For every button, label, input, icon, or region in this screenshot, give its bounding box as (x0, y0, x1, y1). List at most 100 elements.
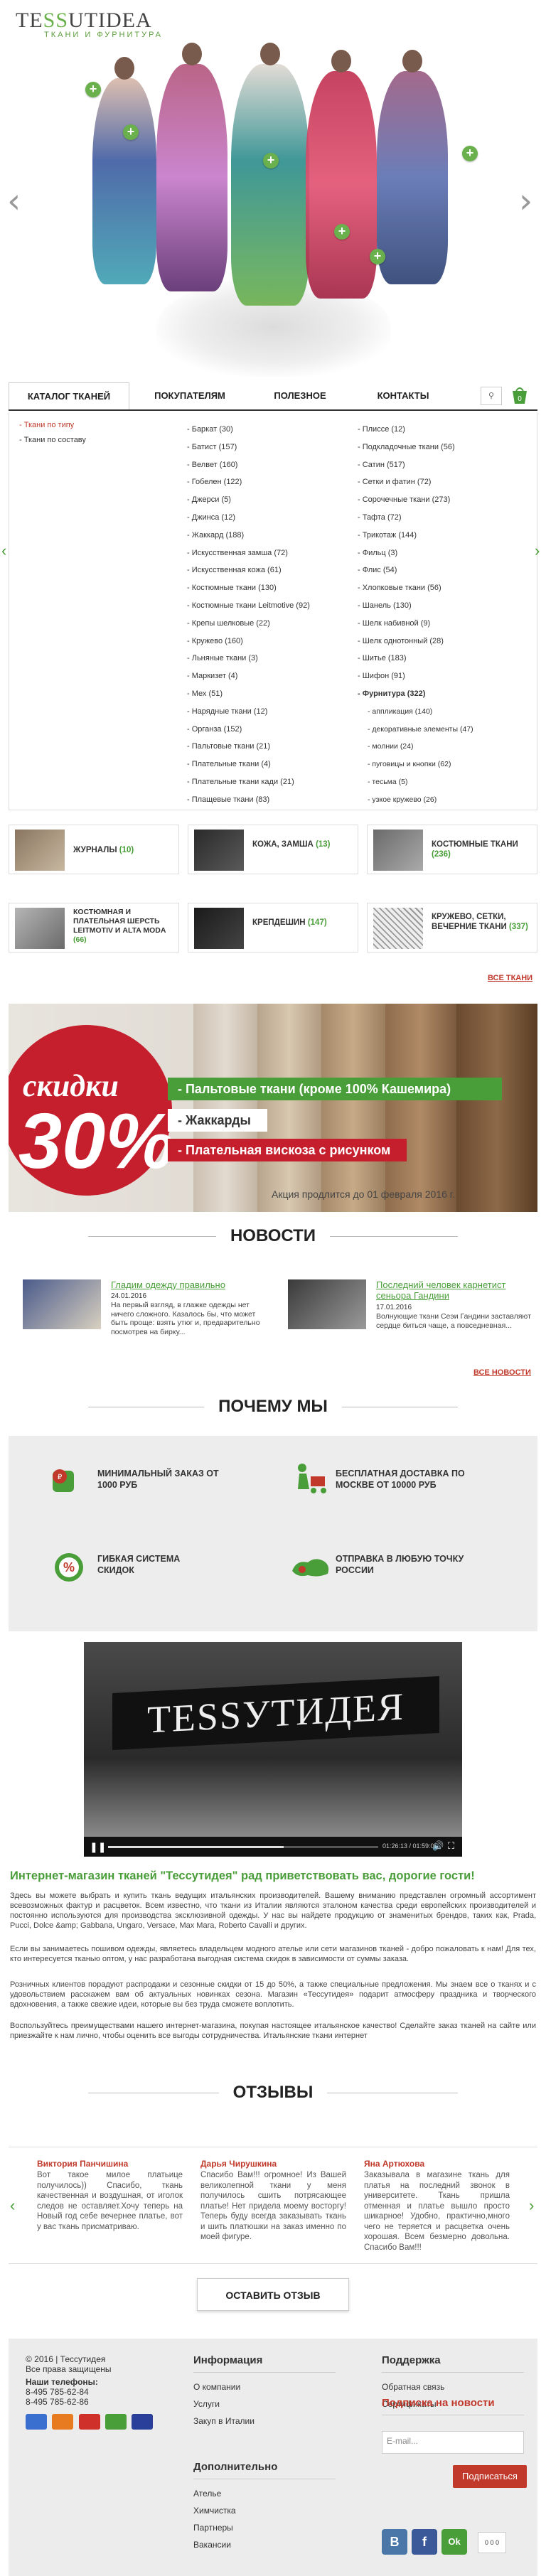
footer-link[interactable]: Партнеры (193, 2519, 336, 2536)
hero-hotspot-plus-icon[interactable]: + (85, 82, 101, 97)
catalog-item[interactable]: - Пальтовые ткани (21) (187, 738, 310, 756)
catalog-subitem[interactable]: - декоративные элементы (47) (358, 721, 473, 739)
catalog-item[interactable]: - Джерси (5) (187, 491, 310, 509)
all-news-link[interactable]: ВСЕ НОВОСТИ (473, 1368, 531, 1377)
hero-prev-arrow-icon[interactable]: ‹ (7, 181, 21, 221)
catalog-item[interactable]: - Жаккард (188) (187, 527, 310, 544)
catalog-item[interactable]: - Сатин (517) (358, 456, 473, 474)
volume-icon[interactable]: 🔊 (432, 1840, 444, 1852)
catalog-item[interactable]: - Шелк однотонный (28) (358, 633, 473, 650)
odnoklassniki-icon[interactable]: Ok (441, 2529, 467, 2555)
email-field[interactable]: E-mail... (382, 2431, 524, 2454)
reviews-prev-arrow-icon[interactable]: ‹ (10, 2196, 15, 2215)
category-tile-wool[interactable]: КОСТЮМНАЯ И ПЛАТЕЛЬНАЯ ШЕРСТЬ LEITMOTIV … (9, 903, 179, 952)
play-icon[interactable]: ❚❚ (90, 1841, 106, 1853)
catalog-item[interactable]: - Льняные ткани (3) (187, 650, 310, 667)
page: TESSUTIDEA ткани и фурнитура + + + + + +… (0, 0, 546, 2576)
catalog-item[interactable]: - Шанель (130) (358, 597, 473, 615)
category-tile-suit-fabrics[interactable]: КОСТЮМНЫЕ ТКАНИ (236) (367, 825, 537, 874)
catalog-item[interactable]: - Сорочечные ткани (273) (358, 491, 473, 509)
catalog-item[interactable]: - Баркат (30) (187, 421, 310, 439)
catalog-item[interactable]: - Мех (51) (187, 685, 310, 703)
vk-icon[interactable]: В (382, 2529, 407, 2555)
hero-hotspot-plus-icon[interactable]: + (462, 146, 478, 161)
footer-link[interactable]: Вакансии (193, 2536, 336, 2553)
catalog-subitem[interactable]: - узкое кружево (26) (358, 791, 473, 809)
footer-phone-1[interactable]: 8-495 785-62-84 (26, 2387, 156, 2397)
news-item-2[interactable]: Последний человек карнетист сеньора Ганд… (288, 1279, 537, 1358)
catalog-item[interactable]: - Искусственная замша (72) (187, 544, 310, 562)
footer-phone-2[interactable]: 8-495 785-62-86 (26, 2397, 156, 2407)
hero-next-arrow-icon[interactable]: › (519, 181, 532, 221)
catalog-item[interactable]: - Кружево (160) (187, 633, 310, 650)
catalog-item[interactable]: - Шитье (183) (358, 650, 473, 667)
tab-useful[interactable]: ПОЛЕЗНОЕ (250, 382, 350, 409)
news-title-link[interactable]: Гладим одежду правильно (111, 1279, 274, 1290)
tab-contacts[interactable]: КОНТАКТЫ (357, 382, 449, 409)
catalog-item[interactable]: - Фильц (3) (358, 544, 473, 562)
catalog-item-accessories[interactable]: - Фурнитура (322) (358, 685, 473, 703)
video-player[interactable]: TESSУТИДЕЯ ❚❚ 01:26:13 / 01:59:00 🔊 ⛶ (84, 1642, 462, 1857)
video-progress[interactable] (108, 1846, 378, 1848)
catalog-item[interactable]: - Батист (157) (187, 439, 310, 456)
catalog-item[interactable]: - Флис (54) (358, 562, 473, 579)
catalog-item[interactable]: - Хлопковые ткани (56) (358, 579, 473, 597)
news-title-link[interactable]: Последний человек карнетист сеньора Ганд… (376, 1279, 540, 1301)
catalog-item[interactable]: - Гобелен (122) (187, 473, 310, 491)
catalog-item[interactable]: - Искусственная кожа (61) (187, 562, 310, 579)
subscribe-button[interactable]: Подписаться (453, 2465, 527, 2488)
all-fabrics-link[interactable]: ВСЕ ТКАНИ (488, 974, 532, 982)
catalog-prev-arrow-icon[interactable]: ‹ (1, 542, 6, 560)
hero-hotspot-plus-icon[interactable]: + (263, 153, 279, 168)
catalog-subitem[interactable]: - аппликация (140) (358, 703, 473, 721)
hero-hotspot-plus-icon[interactable]: + (123, 124, 139, 140)
catalog-item[interactable]: - Велвет (160) (187, 456, 310, 474)
news-item-1[interactable]: Гладим одежду правильно 24.01.2016 На пе… (23, 1279, 272, 1358)
tab-customers[interactable]: ПОКУПАТЕЛЯМ (136, 382, 243, 409)
catalog-item[interactable]: - Джинса (12) (187, 509, 310, 527)
tab-catalog[interactable]: КАТАЛОГ ТКАНЕЙ (9, 382, 129, 409)
catalog-item[interactable]: - Плательные ткани (4) (187, 756, 310, 773)
catalog-item[interactable]: - Костюмные ткани (130) (187, 579, 310, 597)
catalog-item[interactable]: - Подкладочные ткани (56) (358, 439, 473, 456)
hero-hotspot-plus-icon[interactable]: + (334, 224, 350, 240)
footer-link[interactable]: Обратная связь (382, 2378, 524, 2395)
search-icon[interactable]: ⚲ (481, 387, 502, 405)
catalog-subitem[interactable]: - тесьма (5) (358, 773, 473, 791)
catalog-item[interactable]: - Крепы шелковые (22) (187, 615, 310, 633)
footer-link[interactable]: О компании (193, 2378, 336, 2395)
catalog-item[interactable]: - Плательные ткани кади (21) (187, 773, 310, 791)
catalog-subitem[interactable]: - молнии (24) (358, 738, 473, 756)
filter-by-composition[interactable]: - Ткани по составу (19, 436, 86, 444)
leave-review-button[interactable]: ОСТАВИТЬ ОТЗЫВ (197, 2278, 349, 2311)
facebook-icon[interactable]: f (412, 2529, 437, 2555)
catalog-item[interactable]: - Шифон (91) (358, 667, 473, 685)
catalog-next-arrow-icon[interactable]: › (535, 542, 540, 560)
catalog-item[interactable]: - Трикотаж (144) (358, 527, 473, 544)
filter-by-type[interactable]: - Ткани по типу (19, 421, 86, 429)
footer-link[interactable]: Химчистка (193, 2502, 336, 2519)
catalog-item[interactable]: - Органза (152) (187, 721, 310, 739)
catalog-item[interactable]: - Нарядные ткани (12) (187, 703, 310, 721)
catalog-item[interactable]: - Тафта (72) (358, 509, 473, 527)
reviews-next-arrow-icon[interactable]: › (529, 2196, 534, 2215)
catalog-item[interactable]: - Плиссе (12) (358, 421, 473, 439)
catalog-item[interactable]: - Шелк набивной (9) (358, 615, 473, 633)
fullscreen-icon[interactable]: ⛶ (448, 1840, 454, 1852)
footer-link[interactable]: Услуги (193, 2395, 336, 2413)
catalog-item[interactable]: - Плащевые ткани (83) (187, 791, 310, 809)
cart-icon[interactable]: 0 (510, 385, 529, 405)
category-tile-lace[interactable]: КРУЖЕВО, СЕТКИ, ВЕЧЕРНИЕ ТКАНИ (337) (367, 903, 537, 952)
catalog-item[interactable]: - Костюмные ткани Leitmotive (92) (187, 597, 310, 615)
footer-link[interactable]: Ателье (193, 2485, 336, 2502)
category-tile-leather[interactable]: КОЖА, ЗАМША (13) (188, 825, 358, 874)
category-tile-journals[interactable]: ЖУРНАЛЫ (10) (9, 825, 179, 874)
promo-banner[interactable]: скидки 30% - Пальтовые ткани (кроме 100%… (9, 1004, 537, 1212)
hero-hotspot-plus-icon[interactable]: + (370, 249, 385, 264)
category-tile-crepe[interactable]: КРЕПДЕШИН (147) (188, 903, 358, 952)
footer-link[interactable]: Закуп в Италии (193, 2413, 336, 2430)
catalog-item[interactable]: - Сетки и фатин (72) (358, 473, 473, 491)
catalog-subitem[interactable]: - пуговицы и кнопки (62) (358, 756, 473, 773)
catalog-item[interactable]: - Маркизет (4) (187, 667, 310, 685)
review-author: Яна Артюхова (364, 2159, 425, 2169)
